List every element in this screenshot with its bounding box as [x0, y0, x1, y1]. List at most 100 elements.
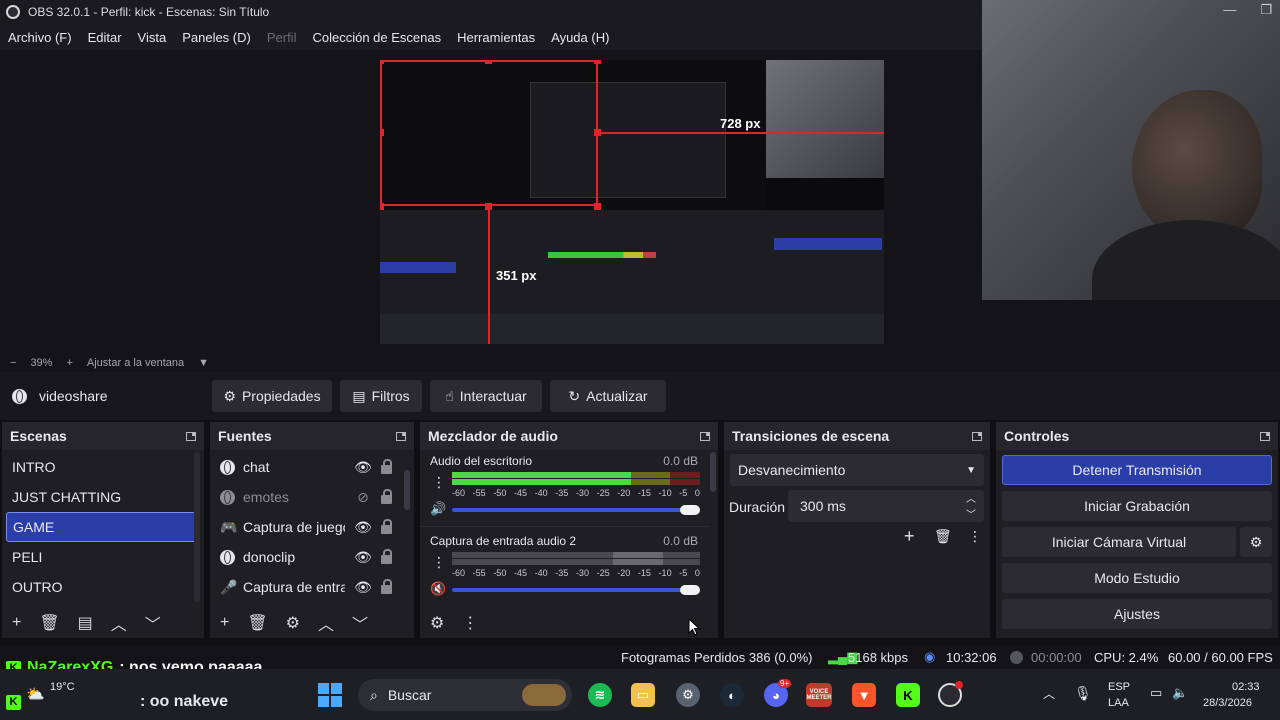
scene-item-outro[interactable]: OUTRO: [2, 572, 204, 602]
undock-icon[interactable]: [1260, 431, 1270, 441]
weather-temp[interactable]: 19°C: [50, 681, 75, 693]
add-transition-icon[interactable]: +: [904, 526, 915, 547]
studio-mode-button[interactable]: Modo Estudio: [1002, 563, 1272, 593]
preview-canvas[interactable]: 728 px 351 px: [380, 60, 884, 344]
taskbar-search[interactable]: ⌕ Buscar: [358, 679, 572, 711]
steam-icon[interactable]: ◐: [720, 683, 744, 707]
source-item[interactable]: chat 👁: [210, 452, 414, 482]
fit-window-label[interactable]: Ajustar a la ventana: [87, 357, 184, 369]
properties-button[interactable]: ⚙ Propiedades: [212, 380, 332, 412]
lock-icon[interactable]: [381, 548, 392, 564]
speaker-icon[interactable]: 🔊: [430, 501, 446, 517]
source-item[interactable]: emotes ⊘: [210, 482, 414, 512]
chevron-up-icon[interactable]: ︿: [1043, 685, 1055, 702]
lock-icon[interactable]: [381, 488, 392, 504]
filters-button[interactable]: ▤ Filtros: [340, 380, 422, 412]
resize-handle[interactable]: [380, 203, 384, 210]
undock-icon[interactable]: [396, 431, 406, 441]
duration-input[interactable]: 300 ms: [788, 490, 984, 522]
scene-item-peli[interactable]: PELI: [2, 542, 204, 572]
menu-editar[interactable]: Editar: [88, 30, 122, 45]
settings-button[interactable]: Ajustes: [1002, 599, 1272, 629]
move-up-icon[interactable]: ︿: [111, 611, 127, 635]
keyboard-layout[interactable]: LAA: [1108, 697, 1129, 709]
settings-app-icon[interactable]: ⚙: [676, 683, 700, 707]
voicemeeter-icon[interactable]: VOICE MEETER: [806, 683, 832, 707]
trash-icon[interactable]: 🗑: [247, 613, 267, 633]
source-item[interactable]: 🎤 Captura de entrada 👁: [210, 572, 414, 602]
gear-icon[interactable]: ⚙: [286, 613, 300, 633]
scene-item-game[interactable]: GAME: [6, 512, 200, 542]
zoom-dropdown-icon[interactable]: ▼: [198, 357, 209, 369]
microphone-icon[interactable]: 🎙: [1074, 685, 1092, 702]
selection-box[interactable]: [380, 60, 598, 206]
file-explorer-icon[interactable]: ▭: [631, 683, 655, 707]
virtual-camera-settings-button[interactable]: ⚙: [1240, 527, 1272, 557]
undock-icon[interactable]: [700, 431, 710, 441]
zoom-in-button[interactable]: +: [66, 357, 72, 369]
volume-slider[interactable]: [452, 588, 690, 592]
menu-herramientas[interactable]: Herramientas: [457, 30, 535, 45]
language-code[interactable]: ESP: [1108, 681, 1130, 693]
source-item[interactable]: 🎮 Captura de juego 👁: [210, 512, 414, 542]
trash-icon[interactable]: 🗑: [39, 613, 59, 633]
eye-icon[interactable]: 👁: [353, 519, 373, 536]
resize-handle[interactable]: [594, 60, 601, 64]
brave-icon[interactable]: ▼: [852, 683, 876, 707]
kebab-menu-icon[interactable]: ⋮: [462, 613, 478, 633]
scene-filters-icon[interactable]: ▤: [78, 613, 93, 633]
transition-select[interactable]: Desvanecimiento ▼: [730, 454, 984, 486]
minimize-icon[interactable]: —: [1223, 2, 1236, 18]
volume-slider-knob[interactable]: [680, 585, 700, 595]
source-item[interactable]: donoclip 👁: [210, 542, 414, 572]
restore-icon[interactable]: ❐: [1260, 2, 1272, 18]
scene-item-intro[interactable]: INTRO: [2, 452, 204, 482]
lock-icon[interactable]: [381, 458, 392, 474]
zoom-out-button[interactable]: −: [10, 357, 16, 369]
move-down-icon[interactable]: ﹀: [145, 611, 161, 635]
move-down-icon[interactable]: ﹀: [352, 611, 368, 635]
resize-handle[interactable]: [485, 60, 492, 64]
menu-paneles[interactable]: Paneles (D): [182, 30, 251, 45]
add-source-icon[interactable]: +: [220, 614, 229, 632]
menu-vista[interactable]: Vista: [138, 30, 167, 45]
undock-icon[interactable]: [186, 431, 196, 441]
resize-handle[interactable]: [380, 60, 384, 64]
menu-coleccion-escenas[interactable]: Colección de Escenas: [312, 30, 441, 45]
mixer-scrollbar[interactable]: [710, 452, 716, 492]
eye-icon[interactable]: 👁: [353, 459, 373, 476]
start-virtual-camera-button[interactable]: Iniciar Cámara Virtual: [1002, 527, 1236, 557]
undock-icon[interactable]: [972, 431, 982, 441]
spotify-icon[interactable]: ≋: [588, 683, 612, 707]
spin-down-icon[interactable]: ﹀: [966, 506, 976, 521]
kebab-menu-icon[interactable]: ⋮: [432, 554, 446, 571]
lock-icon[interactable]: [381, 578, 392, 594]
sources-scrollbar[interactable]: [404, 470, 410, 510]
weather-icon[interactable]: ⛅: [26, 685, 45, 703]
menu-ayuda[interactable]: Ayuda (H): [551, 30, 609, 45]
refresh-button[interactable]: ↻ Actualizar: [550, 380, 666, 412]
menu-archivo[interactable]: Archivo (F): [8, 30, 72, 45]
eye-icon[interactable]: 👁: [353, 579, 373, 596]
start-recording-button[interactable]: Iniciar Grabación: [1002, 491, 1272, 521]
resize-handle[interactable]: [380, 129, 384, 136]
kick-app-icon[interactable]: K: [896, 683, 920, 707]
clock-time[interactable]: 02:33: [1232, 681, 1260, 693]
kebab-menu-icon[interactable]: ⋮: [968, 528, 982, 545]
stop-stream-button[interactable]: Detener Transmisión: [1002, 455, 1272, 485]
eye-icon[interactable]: 👁: [353, 549, 373, 566]
move-up-icon[interactable]: ︿: [318, 611, 334, 635]
speaker-muted-icon[interactable]: 🔇: [430, 581, 446, 597]
eye-slash-icon[interactable]: ⊘: [353, 489, 373, 506]
volume-icon[interactable]: 🔈: [1172, 685, 1188, 701]
trash-icon[interactable]: 🗑: [934, 528, 952, 545]
volume-slider[interactable]: [452, 508, 690, 512]
volume-slider-knob[interactable]: [680, 505, 700, 515]
kebab-menu-icon[interactable]: ⋮: [432, 474, 446, 491]
resize-handle[interactable]: [485, 203, 492, 210]
network-icon[interactable]: ▭: [1150, 685, 1162, 701]
clock-date[interactable]: 28/3/2026: [1203, 697, 1252, 709]
resize-handle[interactable]: [594, 129, 601, 136]
scene-item-just-chatting[interactable]: JUST CHATTING: [2, 482, 204, 512]
interact-button[interactable]: ☝ Interactuar: [430, 380, 542, 412]
